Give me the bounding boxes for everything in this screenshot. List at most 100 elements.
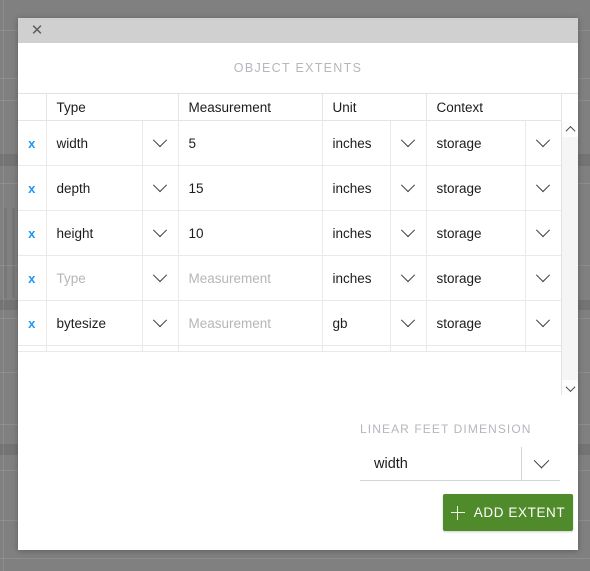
chevron-down-icon[interactable] (533, 452, 549, 469)
context-input[interactable]: storage (427, 136, 525, 151)
chevron-down-icon[interactable] (535, 132, 551, 147)
type-dropdown-toggle[interactable] (142, 255, 179, 301)
unit-input[interactable]: inches (323, 181, 390, 196)
type-input[interactable]: bytesize (47, 316, 142, 331)
chevron-down-icon[interactable] (152, 132, 168, 147)
type-input[interactable]: Type (47, 271, 142, 286)
unit-cell[interactable]: inches (322, 165, 391, 211)
chevron-down-icon[interactable] (400, 177, 416, 192)
chevron-down-icon[interactable] (565, 381, 575, 392)
delete-row-cell[interactable]: x (18, 210, 47, 256)
measurement-cell[interactable]: 15 (178, 165, 323, 211)
type-dropdown-toggle[interactable] (142, 210, 179, 256)
linear-feet-dimension-toggle[interactable] (521, 447, 560, 480)
context-input[interactable]: storage (427, 271, 525, 286)
header-type: Type (46, 94, 179, 121)
chevron-down-icon[interactable] (152, 267, 168, 282)
header-measurement: Measurement (178, 94, 323, 121)
context-cell[interactable]: storage (426, 165, 526, 211)
context-dropdown-toggle[interactable] (525, 210, 562, 256)
context-input[interactable]: storage (427, 316, 525, 331)
chevron-down-icon[interactable] (535, 177, 551, 192)
measurement-input[interactable]: 10 (179, 226, 322, 241)
delete-row-icon[interactable]: x (28, 317, 35, 330)
chevron-down-icon[interactable] (535, 267, 551, 282)
measurement-input[interactable]: 5 (179, 136, 322, 151)
table-filler-band (18, 351, 561, 395)
table-scrollbar[interactable] (561, 121, 578, 396)
delete-row-cell[interactable]: x (18, 255, 47, 301)
delete-row-cell[interactable]: x (18, 120, 47, 166)
context-dropdown-toggle[interactable] (525, 120, 562, 166)
context-input[interactable]: storage (427, 226, 525, 241)
unit-cell[interactable]: gb (322, 300, 391, 346)
scrollbar-track[interactable] (562, 137, 578, 380)
type-cell[interactable]: width (46, 120, 143, 166)
chevron-down-icon[interactable] (400, 267, 416, 282)
unit-dropdown-toggle[interactable] (390, 120, 427, 166)
chevron-down-icon[interactable] (152, 177, 168, 192)
delete-row-icon[interactable]: x (28, 137, 35, 150)
close-icon[interactable]: ✕ (26, 18, 48, 43)
chevron-down-icon[interactable] (400, 312, 416, 327)
scroll-down-button[interactable] (562, 380, 578, 396)
measurement-input[interactable]: Measurement (179, 316, 322, 331)
chevron-down-icon[interactable] (535, 312, 551, 327)
header-actions (18, 94, 47, 121)
delete-row-cell[interactable]: x (18, 300, 47, 346)
context-cell[interactable]: storage (426, 120, 526, 166)
context-cell[interactable]: storage (426, 255, 526, 301)
unit-input[interactable]: inches (323, 271, 390, 286)
measurement-input[interactable]: Measurement (179, 271, 322, 286)
chevron-down-icon[interactable] (152, 312, 168, 327)
unit-input[interactable]: inches (323, 226, 390, 241)
type-cell[interactable]: depth (46, 165, 143, 211)
chevron-down-icon[interactable] (400, 222, 416, 237)
measurement-input[interactable]: 15 (179, 181, 322, 196)
chevron-down-icon[interactable] (400, 132, 416, 147)
delete-row-cell[interactable]: x (18, 165, 47, 211)
unit-dropdown-toggle[interactable] (390, 210, 427, 256)
unit-dropdown-toggle[interactable] (390, 300, 427, 346)
type-input[interactable]: depth (47, 181, 142, 196)
context-dropdown-toggle[interactable] (525, 300, 562, 346)
unit-cell[interactable]: inches (322, 255, 391, 301)
type-input[interactable]: width (47, 136, 142, 151)
context-dropdown-toggle[interactable] (525, 255, 562, 301)
type-cell[interactable]: height (46, 210, 143, 256)
linear-feet-dimension-label: LINEAR FEET DIMENSION (360, 422, 532, 436)
type-dropdown-toggle[interactable] (142, 300, 179, 346)
delete-row-icon[interactable]: x (28, 182, 35, 195)
extents-table-body: x width 5 inches storage x depth 15 inch… (18, 120, 562, 391)
linear-feet-dimension-value[interactable]: width (360, 456, 521, 472)
type-dropdown-toggle[interactable] (142, 165, 179, 211)
type-cell[interactable]: Type (46, 255, 143, 301)
type-cell[interactable]: bytesize (46, 300, 143, 346)
chevron-down-icon[interactable] (152, 222, 168, 237)
type-dropdown-toggle[interactable] (142, 120, 179, 166)
unit-dropdown-toggle[interactable] (390, 165, 427, 211)
measurement-cell[interactable]: 5 (178, 120, 323, 166)
unit-cell[interactable]: inches (322, 210, 391, 256)
backdrop-bar (4, 208, 7, 298)
unit-cell[interactable]: inches (322, 120, 391, 166)
backdrop-bar (12, 208, 15, 298)
delete-row-icon[interactable]: x (28, 227, 35, 240)
type-input[interactable]: height (47, 226, 142, 241)
unit-dropdown-toggle[interactable] (390, 255, 427, 301)
unit-input[interactable]: gb (323, 316, 390, 331)
context-cell[interactable]: storage (426, 300, 526, 346)
context-input[interactable]: storage (427, 181, 525, 196)
add-extent-button[interactable]: ADD EXTENT (443, 494, 573, 531)
unit-input[interactable]: inches (323, 136, 390, 151)
context-cell[interactable]: storage (426, 210, 526, 256)
measurement-cell[interactable]: Measurement (178, 300, 323, 346)
chevron-down-icon[interactable] (535, 222, 551, 237)
chevron-up-icon[interactable] (565, 125, 575, 136)
scroll-up-button[interactable] (562, 121, 578, 137)
context-dropdown-toggle[interactable] (525, 165, 562, 211)
measurement-cell[interactable]: Measurement (178, 255, 323, 301)
measurement-cell[interactable]: 10 (178, 210, 323, 256)
delete-row-icon[interactable]: x (28, 272, 35, 285)
linear-feet-dimension-select[interactable]: width (360, 447, 560, 481)
